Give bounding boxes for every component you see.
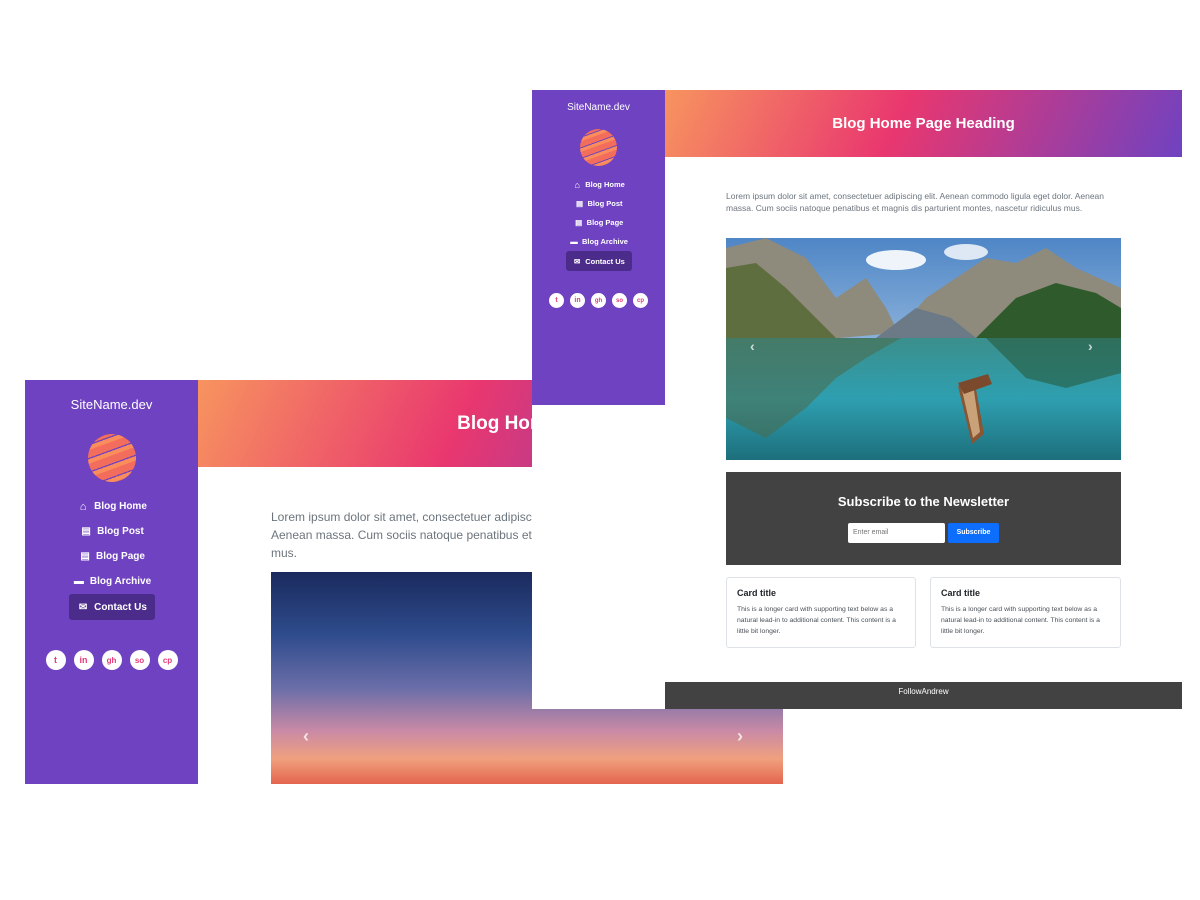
- carousel-next-button[interactable]: ›: [1088, 338, 1093, 354]
- sidebar-item-label: Blog Page: [96, 551, 145, 562]
- page-title: Blog Home Page Heading: [832, 115, 1015, 132]
- linkedin-icon[interactable]: in: [570, 293, 585, 308]
- site-name[interactable]: SiteName.dev: [25, 397, 198, 412]
- home-icon: ⌂: [574, 179, 580, 190]
- footer-text[interactable]: FollowAndrew: [898, 687, 948, 696]
- github-icon[interactable]: gh: [591, 293, 606, 308]
- sidebar-item-label: Blog Page: [586, 218, 624, 227]
- sidebar-item-blog-archive[interactable]: ▬ Blog Archive: [25, 569, 198, 594]
- file-text-icon: ▤: [80, 551, 90, 562]
- stackoverflow-icon[interactable]: so: [129, 650, 150, 670]
- logo-globe-icon: [87, 434, 136, 482]
- intro-line-2: Aenean massa. Cum sociis natoque penatib…: [271, 528, 546, 542]
- card: Card title This is a longer card with su…: [726, 577, 916, 648]
- site-name[interactable]: SiteName.dev: [532, 102, 665, 113]
- twitter-icon[interactable]: t: [549, 293, 564, 308]
- sidebar-item-blog-home[interactable]: ⌂ Blog Home: [25, 494, 198, 519]
- sidebar-item-blog-archive[interactable]: ▬ Blog Archive: [532, 232, 665, 251]
- card-title: Card title: [737, 588, 777, 598]
- sidebar-item-contact-us[interactable]: ✉ Contact Us: [565, 251, 632, 271]
- newsletter-section: Subscribe to the Newsletter Enter email …: [726, 472, 1121, 565]
- card-text: This is a longer card with supporting te…: [737, 606, 896, 635]
- sidebar-item-label: Contact Us: [585, 256, 625, 266]
- sidebar-item-label: Blog Post: [97, 526, 144, 537]
- sidebar-item-blog-page[interactable]: ▤ Blog Page: [532, 213, 665, 232]
- sidebar-item-contact-us[interactable]: ✉ Contact Us: [68, 594, 155, 620]
- intro-line-1: Lorem ipsum dolor sit amet, consectetuer…: [271, 510, 542, 524]
- archive-icon: ▬: [73, 576, 84, 587]
- social-links: t in gh so cp: [532, 293, 665, 308]
- sidebar-item-label: Blog Archive: [582, 237, 628, 246]
- file-icon: ▤: [81, 526, 91, 537]
- sidebar-item-blog-post[interactable]: ▤ Blog Post: [25, 519, 198, 544]
- file-icon: ▤: [575, 199, 584, 208]
- lake-mountains-image: [726, 238, 1121, 460]
- envelope-icon: ✉: [574, 256, 581, 266]
- intro-line-3: mus.: [271, 546, 298, 560]
- sidebar-nav: ⌂ Blog Home ▤ Blog Post ▤ Blog Page ▬ Bl…: [532, 175, 665, 271]
- home-icon: ⌂: [79, 500, 87, 513]
- intro-text: Lorem ipsum dolor sit amet, consectetuer…: [271, 508, 545, 562]
- logo-globe-icon: [580, 129, 617, 166]
- subscribe-button[interactable]: Subscribe: [948, 523, 999, 543]
- sidebar-item-label: Blog Post: [587, 199, 623, 208]
- card-title: Card title: [941, 588, 981, 598]
- hero-carousel-image: ‹ ›: [726, 238, 1121, 460]
- page-header: Blog Home Page Heading: [665, 90, 1182, 157]
- carousel-prev-button[interactable]: ‹: [303, 726, 309, 747]
- envelope-icon: ✉: [78, 601, 88, 613]
- newsletter-title: Subscribe to the Newsletter: [837, 494, 1010, 509]
- github-icon[interactable]: gh: [101, 650, 122, 670]
- carousel-prev-button[interactable]: ‹: [750, 338, 755, 354]
- file-text-icon: ▤: [575, 218, 583, 227]
- email-input[interactable]: Enter email: [848, 523, 945, 543]
- front-screenshot: SiteName.dev ⌂ Blog Home ▤ Blog Post ▤ B…: [532, 90, 1182, 709]
- sidebar-item-blog-home[interactable]: ⌂ Blog Home: [532, 175, 665, 194]
- sidebar-item-label: Blog Archive: [89, 576, 152, 587]
- codepen-icon[interactable]: cp: [633, 293, 648, 308]
- card-text: This is a longer card with supporting te…: [941, 606, 1100, 635]
- carousel-next-button[interactable]: ›: [737, 726, 743, 747]
- card: Card title This is a longer card with su…: [930, 577, 1121, 648]
- sidebar-item-label: Blog Home: [94, 501, 147, 512]
- archive-icon: ▬: [570, 237, 578, 246]
- sidebar: SiteName.dev ⌂ Blog Home ▤ Blog Post ▤ B…: [532, 90, 665, 405]
- intro-text: Lorem ipsum dolor sit amet, consectetuer…: [726, 191, 1105, 213]
- linkedin-icon[interactable]: in: [73, 650, 94, 670]
- sidebar: SiteName.dev ⌂ Blog Home ▤ Blog Post ▤ B…: [25, 380, 198, 784]
- twitter-icon[interactable]: t: [45, 650, 66, 670]
- sidebar-item-blog-page[interactable]: ▤ Blog Page: [25, 544, 198, 569]
- sidebar-item-blog-post[interactable]: ▤ Blog Post: [532, 194, 665, 213]
- stackoverflow-icon[interactable]: so: [612, 293, 627, 308]
- codepen-icon[interactable]: cp: [157, 650, 178, 670]
- sidebar-item-label: Blog Home: [585, 180, 625, 189]
- social-links: t in gh so cp: [25, 650, 198, 670]
- sidebar-item-label: Contact Us: [94, 601, 147, 613]
- sidebar-nav: ⌂ Blog Home ▤ Blog Post ▤ Blog Page ▬ Bl…: [25, 494, 198, 620]
- page-footer: FollowAndrew: [665, 682, 1182, 709]
